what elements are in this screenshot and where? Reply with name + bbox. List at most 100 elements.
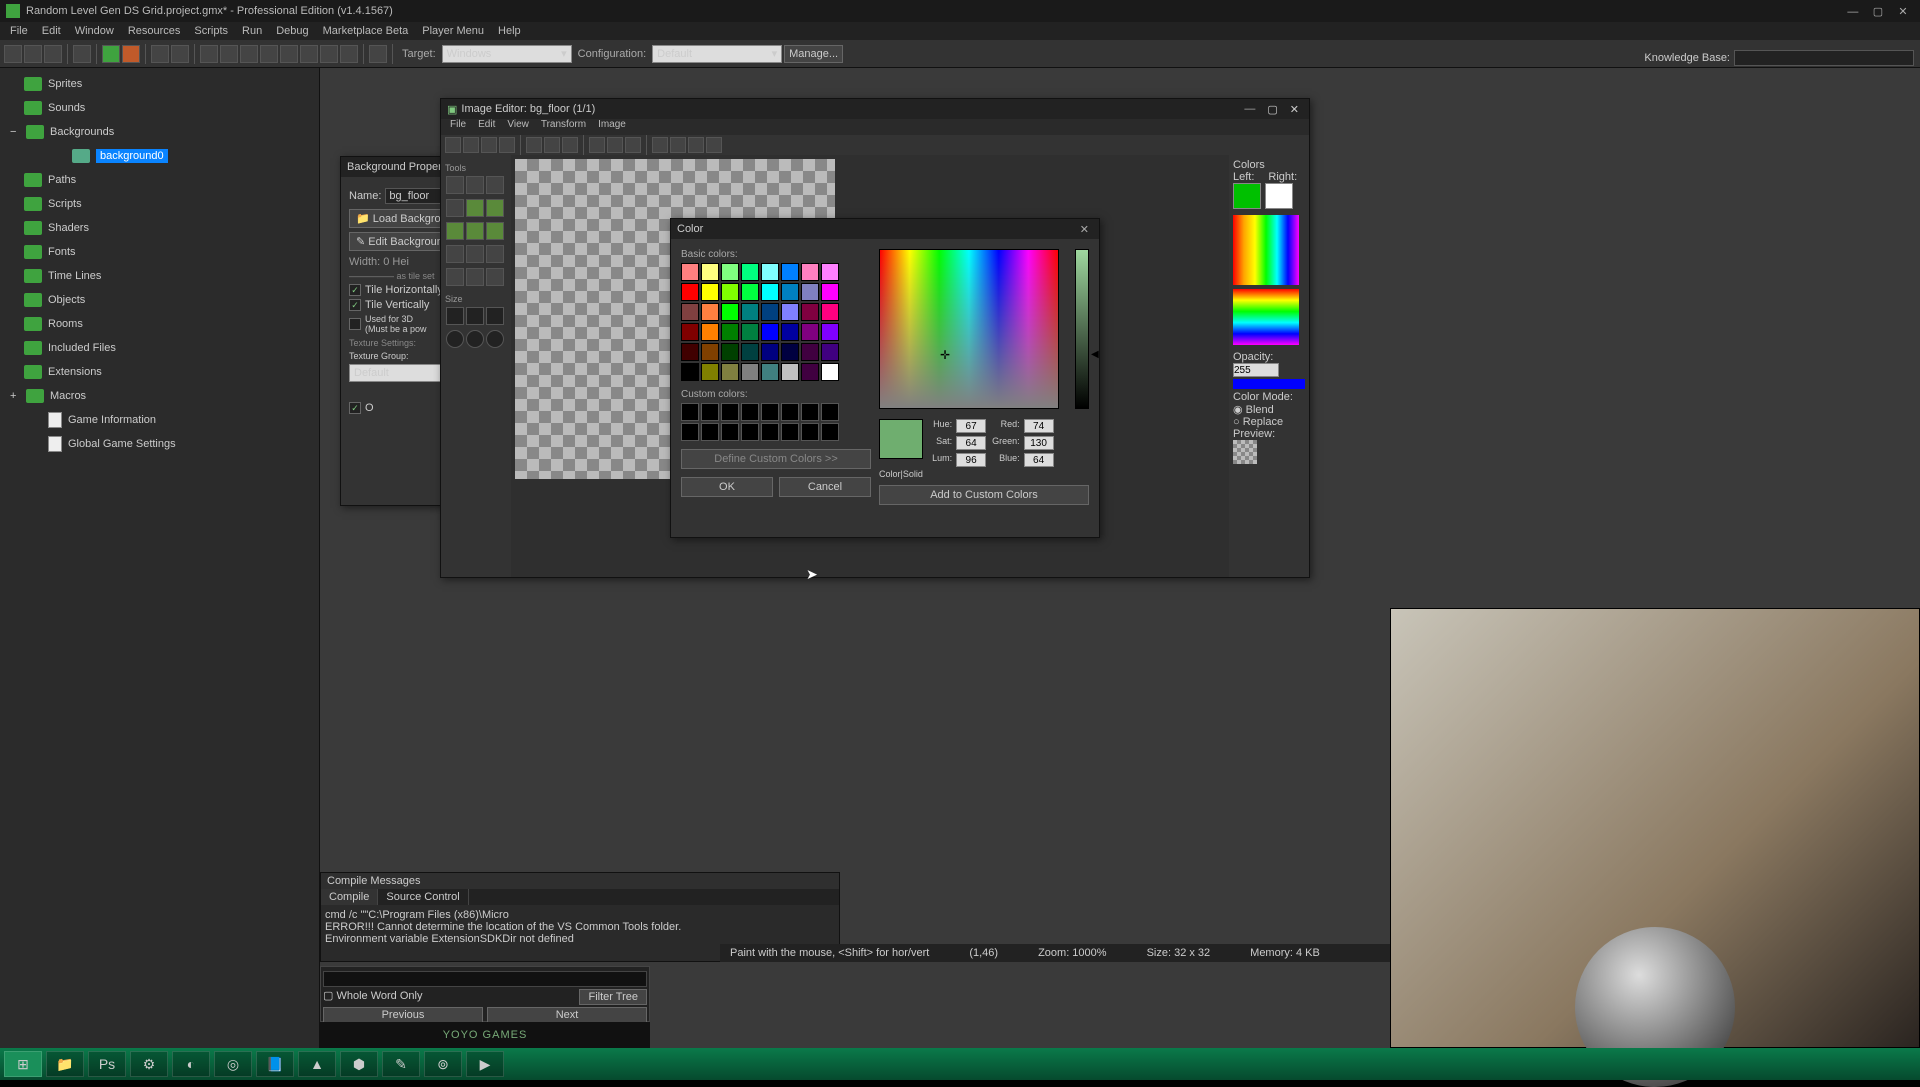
color-swatch[interactable] [801, 323, 819, 341]
color-swatch[interactable] [701, 343, 719, 361]
spray-tool-icon[interactable] [486, 199, 504, 217]
tree-item-objects[interactable]: Objects [48, 294, 85, 306]
size-6[interactable] [486, 330, 504, 348]
open-icon[interactable] [24, 45, 42, 63]
size-3[interactable] [486, 307, 504, 325]
used-3d-checkbox[interactable] [349, 318, 361, 330]
custom-swatch[interactable] [781, 423, 799, 441]
color-swatch[interactable] [761, 283, 779, 301]
expander-icon[interactable]: − [10, 126, 20, 138]
color-swatch[interactable] [781, 303, 799, 321]
config-dropdown[interactable]: Default▾ [652, 45, 782, 63]
size-1[interactable] [446, 307, 464, 325]
color-swatch[interactable] [821, 303, 839, 321]
manage-button[interactable]: Manage... [784, 45, 843, 63]
color-swatch[interactable] [721, 283, 739, 301]
color-swatch[interactable] [781, 263, 799, 281]
taskbar-app-11[interactable]: ▶ [466, 1051, 504, 1077]
new-icon[interactable] [4, 45, 22, 63]
tree-item-backgrounds[interactable]: Backgrounds [50, 126, 114, 138]
hue-sat-field[interactable]: ✛ [879, 249, 1059, 409]
prev-button[interactable]: Previous [323, 1007, 483, 1023]
tree-item-rooms[interactable]: Rooms [48, 318, 83, 330]
resource-icon[interactable] [240, 45, 258, 63]
custom-swatch[interactable] [821, 423, 839, 441]
ie-close-icon[interactable]: ✕ [1286, 103, 1303, 116]
menu-resources[interactable]: Resources [122, 25, 187, 37]
color-swatch[interactable] [781, 363, 799, 381]
ie-tool-icon[interactable] [499, 137, 515, 153]
erase-tool-icon[interactable] [486, 176, 504, 194]
color-swatch[interactable] [681, 363, 699, 381]
tree-item-scripts[interactable]: Scripts [48, 198, 82, 210]
ie-tool-icon[interactable] [562, 137, 578, 153]
settings-icon[interactable] [369, 45, 387, 63]
ie-tool-icon[interactable] [688, 137, 704, 153]
select-tool-icon[interactable] [446, 268, 464, 286]
color-swatch[interactable] [741, 363, 759, 381]
color-swatch[interactable] [821, 343, 839, 361]
menu-player-menu[interactable]: Player Menu [416, 25, 490, 37]
search-input[interactable] [323, 971, 647, 987]
custom-swatch[interactable] [701, 403, 719, 421]
taskbar-app-8[interactable]: ⬢ [340, 1051, 378, 1077]
ie-menu-file[interactable]: File [445, 119, 471, 135]
color-swatch[interactable] [781, 323, 799, 341]
taskbar-app-6[interactable]: 📘 [256, 1051, 294, 1077]
pencil-tool-icon[interactable] [446, 176, 464, 194]
ie-menu-edit[interactable]: Edit [473, 119, 500, 135]
custom-swatch[interactable] [681, 423, 699, 441]
color-swatch[interactable] [801, 263, 819, 281]
taskbar-app-0[interactable]: ⊞ [4, 1051, 42, 1077]
resource-icon[interactable] [260, 45, 278, 63]
ie-tool-icon[interactable] [526, 137, 542, 153]
sat-input[interactable] [956, 436, 986, 450]
taskbar-app-5[interactable]: ◎ [214, 1051, 252, 1077]
color-swatch[interactable] [741, 323, 759, 341]
tree-item-fonts[interactable]: Fonts [48, 246, 76, 258]
menu-marketplace-beta[interactable]: Marketplace Beta [317, 25, 415, 37]
taskbar-app-1[interactable]: 📁 [46, 1051, 84, 1077]
ie-tool-icon[interactable] [463, 137, 479, 153]
ie-tool-icon[interactable] [625, 137, 641, 153]
custom-swatch[interactable] [821, 403, 839, 421]
menu-debug[interactable]: Debug [270, 25, 314, 37]
color-swatch[interactable] [801, 303, 819, 321]
color-swatch[interactable] [721, 363, 739, 381]
ok-button[interactable]: OK [681, 477, 773, 497]
source-control-tab[interactable]: Source Control [378, 889, 468, 905]
ie-maximize-icon[interactable]: ▢ [1263, 103, 1281, 116]
taskbar-app-10[interactable]: ⊚ [424, 1051, 462, 1077]
color-swatch[interactable] [761, 323, 779, 341]
save-icon[interactable] [44, 45, 62, 63]
color-swatch[interactable] [681, 283, 699, 301]
color-swatch[interactable] [721, 343, 739, 361]
custom-swatch[interactable] [701, 423, 719, 441]
whole-word-checkbox[interactable]: ▢ Whole Word Only [323, 989, 422, 1005]
size-2[interactable] [466, 307, 484, 325]
taskbar-app-2[interactable]: Ps [88, 1051, 126, 1077]
custom-swatch[interactable] [721, 403, 739, 421]
color-swatch[interactable] [761, 343, 779, 361]
ie-tool-icon[interactable] [445, 137, 461, 153]
close-button[interactable]: ✕ [1892, 5, 1914, 18]
fill-tool-icon[interactable] [466, 199, 484, 217]
taskbar-app-9[interactable]: ✎ [382, 1051, 420, 1077]
tree-item-paths[interactable]: Paths [48, 174, 76, 186]
lum-input[interactable] [956, 453, 986, 467]
resource-icon[interactable] [320, 45, 338, 63]
tree-item-sprites[interactable]: Sprites [48, 78, 82, 90]
clean-icon[interactable] [171, 45, 189, 63]
menu-window[interactable]: Window [69, 25, 120, 37]
minimize-button[interactable]: — [1842, 6, 1864, 18]
color-swatch[interactable] [741, 283, 759, 301]
color-swatch[interactable] [681, 303, 699, 321]
compile-tab[interactable]: Compile [321, 889, 378, 905]
mini-gradient[interactable] [1233, 289, 1299, 345]
blend-radio[interactable]: ◉ [1233, 404, 1246, 416]
color-swatch[interactable] [721, 303, 739, 321]
wand-tool-icon[interactable] [466, 268, 484, 286]
resource-icon[interactable] [340, 45, 358, 63]
ie-tool-icon[interactable] [670, 137, 686, 153]
color-swatch[interactable] [701, 283, 719, 301]
